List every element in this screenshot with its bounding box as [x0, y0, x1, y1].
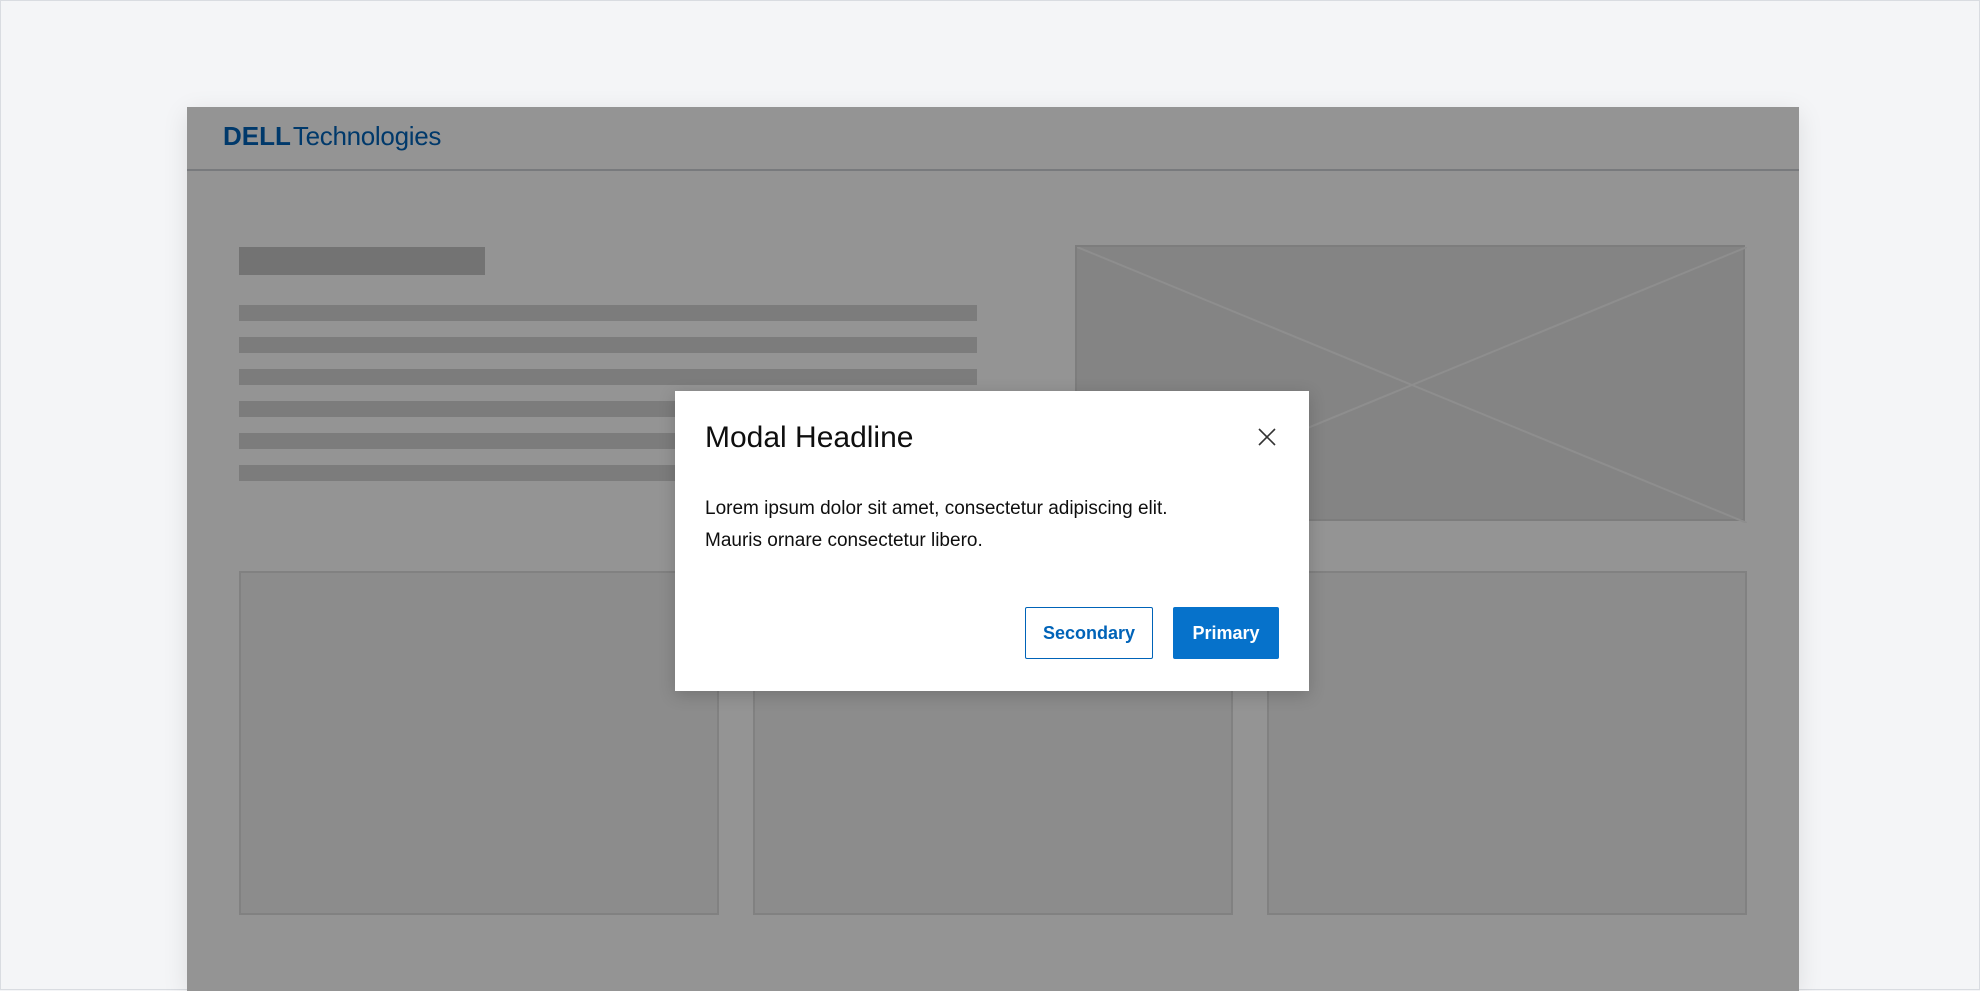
modal-body: Lorem ipsum dolor sit amet, consectetur … — [705, 493, 1265, 557]
close-button[interactable] — [1253, 423, 1281, 451]
secondary-button[interactable]: Secondary — [1025, 607, 1153, 659]
stage: DELL Technologies Modal Headline Lorem i… — [0, 0, 1980, 991]
modal-body-line: Mauris ornare consectetur libero. — [705, 530, 983, 551]
primary-button[interactable]: Primary — [1173, 607, 1279, 659]
modal-body-line: Lorem ipsum dolor sit amet, consectetur … — [705, 498, 1168, 519]
modal-headline: Modal Headline — [705, 421, 914, 454]
modal-dialog: Modal Headline Lorem ipsum dolor sit ame… — [675, 391, 1309, 691]
close-icon — [1258, 428, 1276, 446]
